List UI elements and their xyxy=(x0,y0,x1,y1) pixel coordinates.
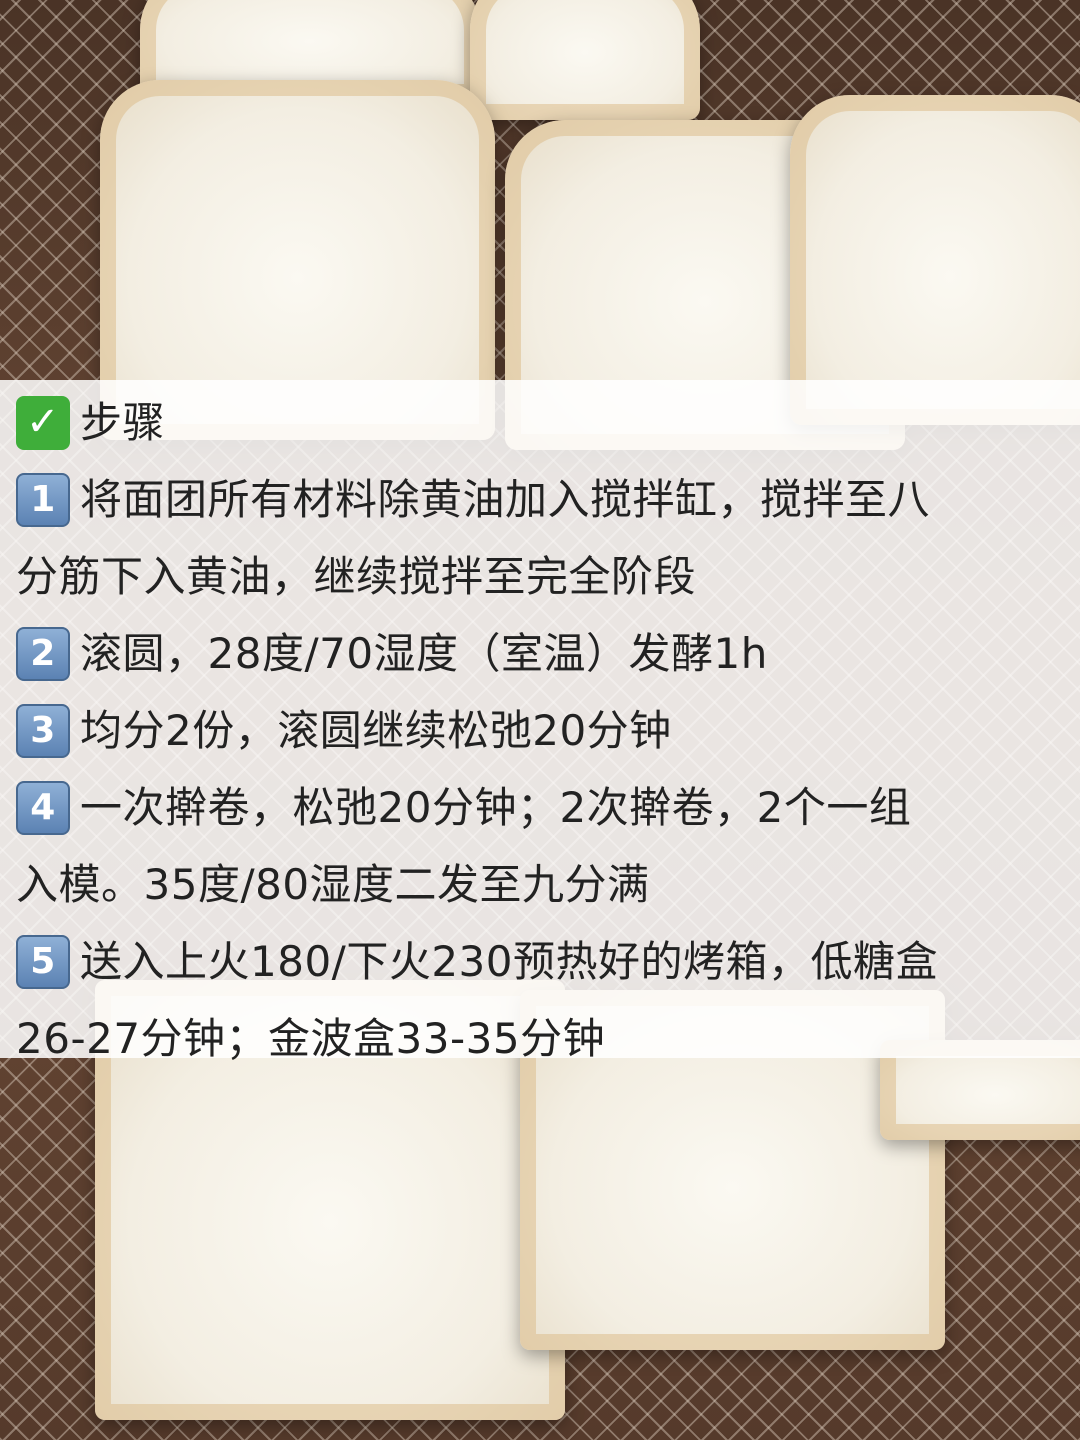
check-mark-icon: ✓ xyxy=(16,395,70,450)
steps-panel: ✓ 步骤 1 将面团所有材料除黄油加入搅拌缸，搅拌至八 分筋下入黄油，继续搅拌至… xyxy=(0,380,1080,1063)
step-2: 2 滚圆，28度/70湿度（室温）发酵1h xyxy=(16,615,1064,692)
step-text: 一次擀卷，松弛20分钟；2次擀卷，2个一组 xyxy=(80,783,912,832)
heading-text: 步骤 xyxy=(80,398,166,447)
step-text: 均分2份，滚圆继续松弛20分钟 xyxy=(80,706,672,755)
keycap-3-icon: 3 xyxy=(16,703,70,758)
step-text: 分筋下入黄油，继续搅拌至完全阶段 xyxy=(16,552,697,601)
step-text: 26-27分钟；金波盒33-35分钟 xyxy=(16,1014,606,1063)
step-4-line-2: 入模。35度/80湿度二发至九分满 xyxy=(16,846,1064,923)
step-5-line-1: 5 送入上火180/下火230预热好的烤箱，低糖盒 xyxy=(16,923,1064,1000)
keycap-4-icon: 4 xyxy=(16,780,70,835)
step-text: 将面团所有材料除黄油加入搅拌缸，搅拌至八 xyxy=(80,475,931,524)
step-1-line-2: 分筋下入黄油，继续搅拌至完全阶段 xyxy=(16,538,1064,615)
step-1-line-1: 1 将面团所有材料除黄油加入搅拌缸，搅拌至八 xyxy=(16,461,1064,538)
step-text: 入模。35度/80湿度二发至九分满 xyxy=(16,860,650,909)
bread-loaf xyxy=(790,95,1080,425)
step-text: 送入上火180/下火230预热好的烤箱，低糖盒 xyxy=(80,937,938,986)
keycap-2-icon: 2 xyxy=(16,626,70,681)
step-text: 滚圆，28度/70湿度（室温）发酵1h xyxy=(80,629,768,678)
step-3: 3 均分2份，滚圆继续松弛20分钟 xyxy=(16,692,1064,769)
steps-heading: ✓ 步骤 xyxy=(16,384,1064,461)
step-4-line-1: 4 一次擀卷，松弛20分钟；2次擀卷，2个一组 xyxy=(16,769,1064,846)
step-5-line-2: 26-27分钟；金波盒33-35分钟 xyxy=(16,1000,1064,1077)
keycap-1-icon: 1 xyxy=(16,472,70,527)
keycap-5-icon: 5 xyxy=(16,934,70,989)
bread-loaf xyxy=(470,0,700,120)
